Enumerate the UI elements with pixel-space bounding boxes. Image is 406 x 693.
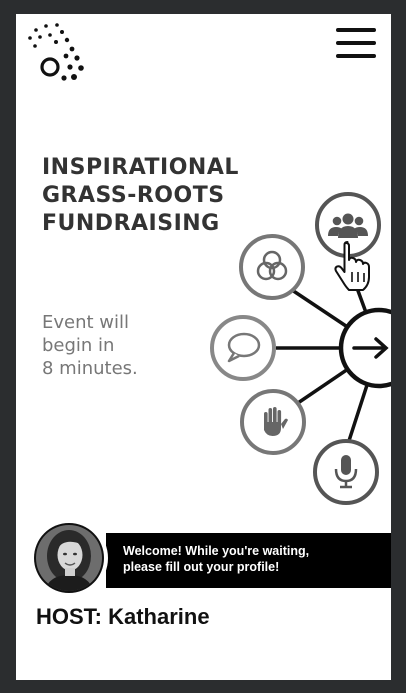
event-title: INSPIRATIONAL GRASS-ROOTS FUNDRAISING	[42, 154, 262, 238]
enter-event-button[interactable]	[338, 307, 391, 389]
host-message: Welcome! While you're waiting, please fi…	[123, 543, 385, 575]
host-avatar[interactable]	[30, 519, 108, 597]
hamburger-menu-icon[interactable]	[336, 28, 378, 58]
menu-bar	[336, 41, 376, 45]
host-message-banner[interactable]: Welcome! While you're waiting, please fi…	[106, 533, 391, 588]
chat-button[interactable]	[210, 315, 276, 381]
event-title-line: FUNDRAISING	[42, 211, 220, 236]
host-message-line: please fill out your profile!	[123, 560, 280, 574]
countdown-line: 8 minutes.	[42, 358, 138, 379]
host-message-line: Welcome! While you're waiting,	[123, 544, 310, 558]
event-title-line: GRASS-ROOTS	[42, 183, 225, 208]
dotted-logo-icon[interactable]	[26, 22, 88, 84]
event-countdown: Event will begin in 8 minutes.	[42, 311, 192, 380]
host-label: HOST: Katharine	[36, 604, 210, 629]
raise-hand-button[interactable]	[240, 389, 306, 455]
countdown-line: Event will	[42, 312, 130, 333]
menu-bar	[336, 28, 376, 32]
circles-button[interactable]	[239, 234, 305, 300]
menu-bar	[336, 54, 376, 58]
microphone-button[interactable]	[313, 439, 379, 505]
app-screen: INSPIRATIONAL GRASS-ROOTS FUNDRAISING Ev…	[16, 14, 391, 680]
event-title-line: INSPIRATIONAL	[42, 155, 239, 180]
countdown-line: begin in	[42, 335, 115, 356]
group-button[interactable]	[315, 192, 381, 258]
